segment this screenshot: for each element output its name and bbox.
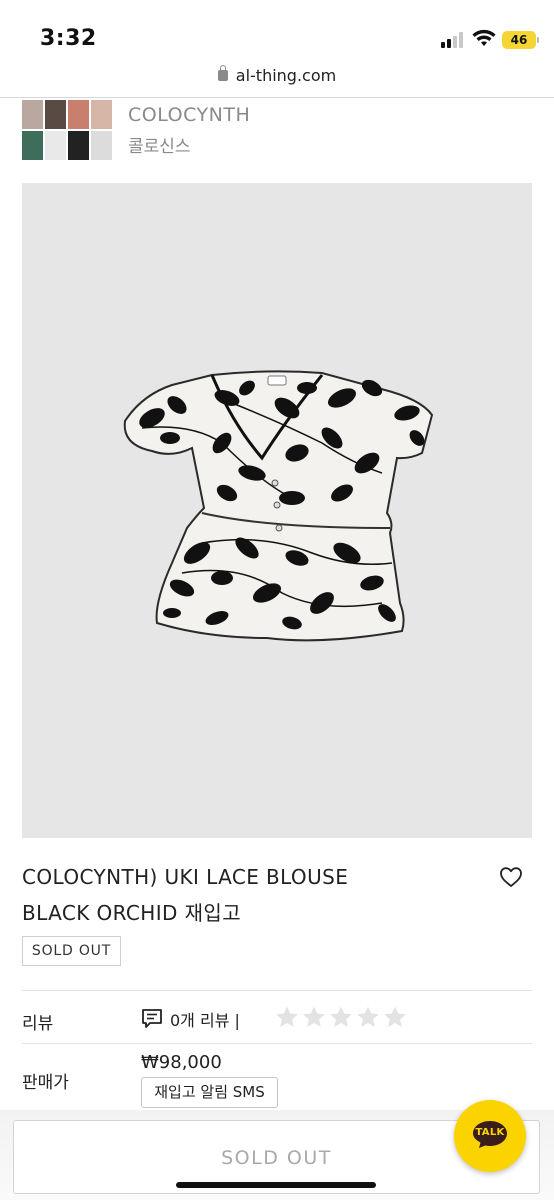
wifi-icon	[472, 29, 496, 46]
clock: 3:32	[40, 26, 97, 51]
restock-sms-button[interactable]: 재입고 알림 SMS	[141, 1077, 278, 1108]
divider	[22, 1043, 532, 1044]
blouse-illustration	[123, 370, 434, 642]
battery-icon: 46	[502, 31, 536, 49]
talk-label: TALK	[475, 1127, 505, 1138]
kakao-talk-button[interactable]: TALK	[454, 1100, 526, 1172]
product-title-line2: BLACK ORCHID 재입고	[22, 901, 241, 925]
star-icon	[276, 1006, 298, 1027]
rating-stars	[274, 1005, 408, 1030]
address-bar[interactable]: al-thing.com	[0, 62, 554, 98]
sold-out-badge: SOLD OUT	[22, 936, 121, 966]
review-count-link[interactable]: 0개 리뷰 |	[170, 1007, 240, 1031]
brand-header[interactable]: COLOCYNTH 콜로신스	[22, 100, 532, 162]
brand-thumbnail-image[interactable]	[22, 100, 112, 160]
brand-name[interactable]: COLOCYNTH	[128, 104, 250, 126]
product-image[interactable]	[22, 183, 532, 838]
url-domain: al-thing.com	[235, 66, 337, 85]
product-title-line1: COLOCYNTH) UKI LACE BLOUSE	[22, 865, 349, 889]
divider	[22, 990, 532, 991]
star-icon	[384, 1006, 406, 1027]
lock-icon	[217, 65, 228, 81]
cellular-signal-icon	[441, 32, 467, 48]
price-label: 판매가	[22, 1073, 69, 1093]
home-indicator	[176, 1182, 376, 1188]
product-price: ₩98,000	[141, 1052, 222, 1073]
review-label: 리뷰	[22, 1014, 54, 1034]
url-display[interactable]: al-thing.com	[0, 65, 554, 85]
star-icon	[303, 1006, 325, 1027]
heart-icon[interactable]	[499, 866, 523, 888]
brand-name-korean[interactable]: 콜로신스	[128, 132, 191, 157]
status-bar: 3:32 46	[0, 0, 554, 62]
star-icon	[330, 1006, 352, 1027]
star-icon	[357, 1006, 379, 1027]
review-icon[interactable]	[141, 1008, 163, 1029]
battery-tip	[537, 37, 539, 43]
